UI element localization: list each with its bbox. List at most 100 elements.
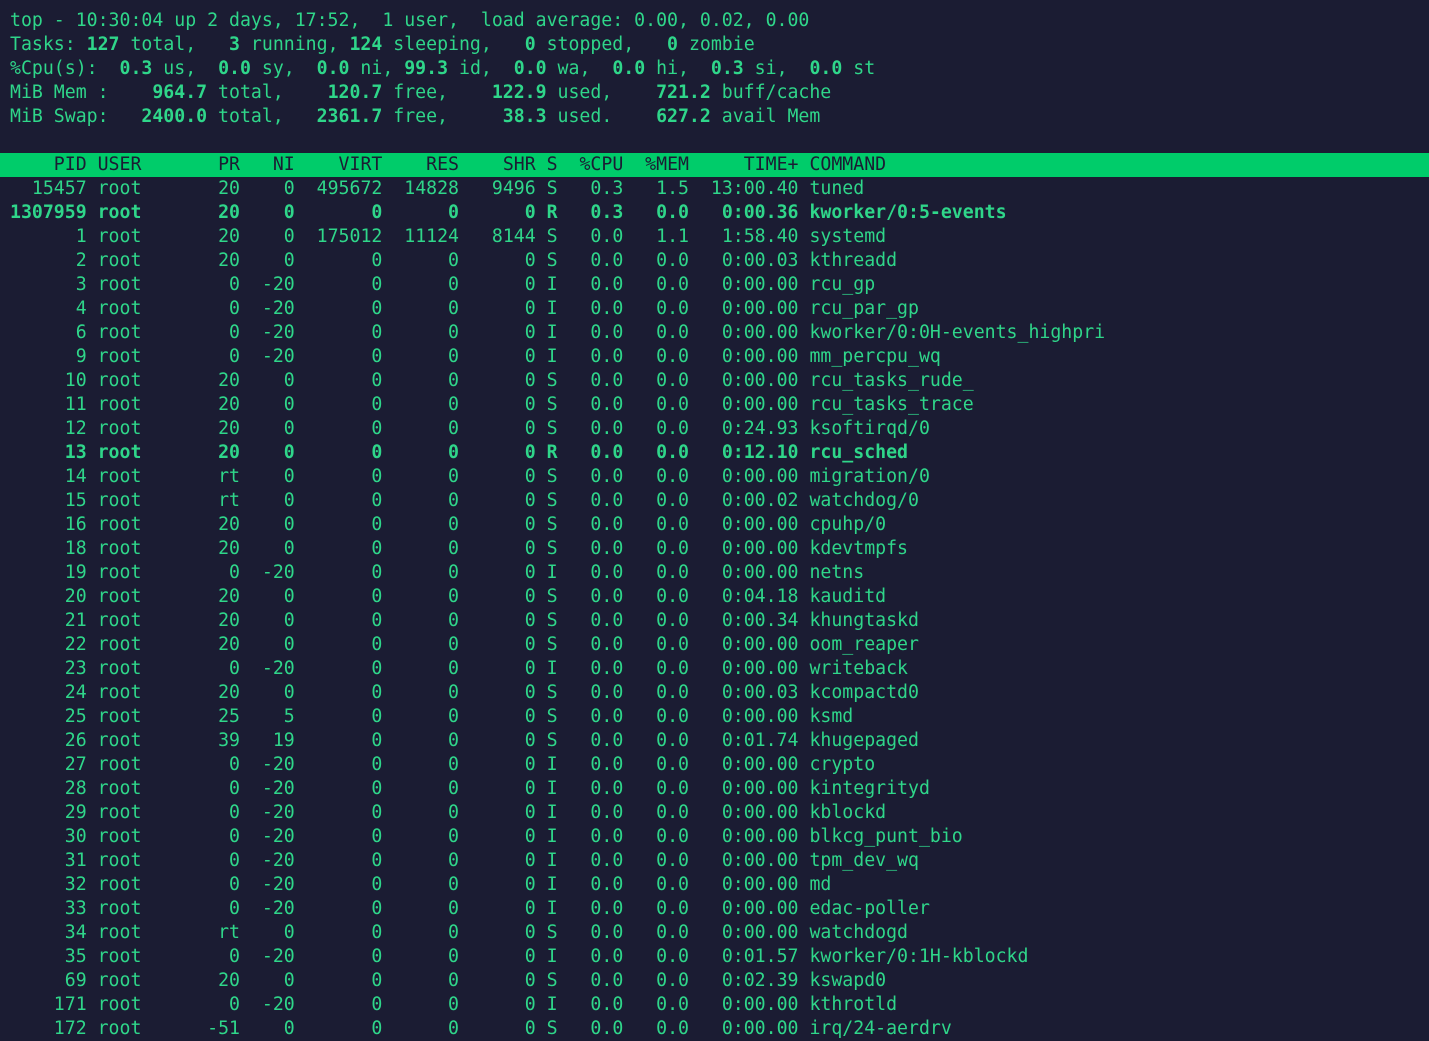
process-res: 0 [393, 610, 460, 631]
process-row[interactable]: 32 root 0 -20 0 0 0 I 0.0 0.0 0:00.00 md [0, 873, 1429, 897]
process-res: 0 [393, 754, 460, 775]
process-mem-percent: 0.0 [634, 1018, 689, 1039]
process-user: root [97, 898, 186, 919]
process-row[interactable]: 171 root 0 -20 0 0 0 I 0.0 0.0 0:00.00 k… [0, 993, 1429, 1017]
process-pid: 23 [10, 658, 87, 679]
process-row[interactable]: 28 root 0 -20 0 0 0 I 0.0 0.0 0:00.00 ki… [0, 777, 1429, 801]
process-pid: 26 [10, 730, 87, 751]
process-command: migration/0 [809, 466, 930, 487]
process-mem-percent: 0.0 [634, 202, 689, 223]
process-mem-percent: 0.0 [634, 802, 689, 823]
process-state: I [546, 322, 558, 343]
process-command: kworker/0:1H-kblockd [809, 946, 1029, 967]
process-row[interactable]: 15457 root 20 0 495672 14828 9496 S 0.3 … [0, 177, 1429, 201]
process-shr: 0 [469, 946, 536, 967]
current-time: 10:30:04 [75, 10, 164, 31]
process-row[interactable]: 10 root 20 0 0 0 0 S 0.0 0.0 0:00.00 rcu… [0, 369, 1429, 393]
process-priority: rt [196, 922, 240, 943]
process-priority: 20 [196, 634, 240, 655]
process-user: root [97, 778, 186, 799]
process-cpu-percent: 0.0 [568, 898, 624, 919]
process-row[interactable]: 29 root 0 -20 0 0 0 I 0.0 0.0 0:00.00 kb… [0, 801, 1429, 825]
process-row[interactable]: 20 root 20 0 0 0 0 S 0.0 0.0 0:04.18 kau… [0, 585, 1429, 609]
process-cpu-time: 0:02.39 [699, 970, 799, 991]
process-nice: 0 [250, 442, 295, 463]
process-cpu-time: 0:00.00 [699, 346, 799, 367]
process-row[interactable]: 30 root 0 -20 0 0 0 I 0.0 0.0 0:00.00 bl… [0, 825, 1429, 849]
process-shr: 0 [469, 562, 536, 583]
process-state: S [546, 730, 558, 751]
process-row[interactable]: 25 root 25 5 0 0 0 S 0.0 0.0 0:00.00 ksm… [0, 705, 1429, 729]
process-row[interactable]: 1 root 20 0 175012 11124 8144 S 0.0 1.1 … [0, 225, 1429, 249]
process-row[interactable]: 172 root -51 0 0 0 0 S 0.0 0.0 0:00.00 i… [0, 1017, 1429, 1041]
process-row[interactable]: 34 root rt 0 0 0 0 S 0.0 0.0 0:00.00 wat… [0, 921, 1429, 945]
process-cpu-percent: 0.0 [568, 586, 624, 607]
tasks-stopped: 0 [524, 34, 536, 55]
process-row[interactable]: 4 root 0 -20 0 0 0 I 0.0 0.0 0:00.00 rcu… [0, 297, 1429, 321]
process-row[interactable]: 24 root 20 0 0 0 0 S 0.0 0.0 0:00.03 kco… [0, 681, 1429, 705]
process-row[interactable]: 26 root 39 19 0 0 0 S 0.0 0.0 0:01.74 kh… [0, 729, 1429, 753]
process-row[interactable]: 35 root 0 -20 0 0 0 I 0.0 0.0 0:01.57 kw… [0, 945, 1429, 969]
process-row[interactable]: 15 root rt 0 0 0 0 S 0.0 0.0 0:00.02 wat… [0, 489, 1429, 513]
process-shr: 0 [469, 514, 536, 535]
process-mem-percent: 0.0 [634, 250, 689, 271]
process-cpu-time: 0:00.03 [699, 250, 799, 271]
process-row[interactable]: 69 root 20 0 0 0 0 S 0.0 0.0 0:02.39 ksw… [0, 969, 1429, 993]
process-row[interactable]: 3 root 0 -20 0 0 0 I 0.0 0.0 0:00.00 rcu… [0, 273, 1429, 297]
process-state: S [546, 634, 558, 655]
process-row[interactable]: 2 root 20 0 0 0 0 S 0.0 0.0 0:00.03 kthr… [0, 249, 1429, 273]
process-state: I [546, 802, 558, 823]
process-cpu-percent: 0.0 [568, 970, 624, 991]
process-row[interactable]: 13 root 20 0 0 0 0 R 0.0 0.0 0:12.10 rcu… [0, 441, 1429, 465]
process-res: 0 [393, 658, 460, 679]
process-shr: 0 [469, 466, 536, 487]
process-command: blkcg_punt_bio [809, 826, 963, 847]
process-priority: -51 [196, 1018, 240, 1039]
process-user: root [97, 730, 186, 751]
process-row[interactable]: 11 root 20 0 0 0 0 S 0.0 0.0 0:00.00 rcu… [0, 393, 1429, 417]
terminal-window[interactable]: top - 10:30:04 up 2 days, 17:52, 1 user,… [0, 0, 1429, 1041]
process-res: 0 [393, 562, 460, 583]
swap-free: 2361.7 [316, 106, 383, 127]
process-res: 0 [393, 730, 460, 751]
process-command: khungtaskd [809, 610, 919, 631]
process-mem-percent: 0.0 [634, 538, 689, 559]
process-row[interactable]: 31 root 0 -20 0 0 0 I 0.0 0.0 0:00.00 tp… [0, 849, 1429, 873]
col-header-cpu-time: TIME+ [699, 154, 799, 175]
process-mem-percent: 0.0 [634, 298, 689, 319]
process-nice: 0 [250, 634, 295, 655]
process-row[interactable]: 14 root rt 0 0 0 0 S 0.0 0.0 0:00.00 mig… [0, 465, 1429, 489]
process-nice: -20 [250, 946, 295, 967]
process-priority: rt [196, 466, 240, 487]
cpu-sy-label: sy, [250, 58, 317, 79]
process-row[interactable]: 9 root 0 -20 0 0 0 I 0.0 0.0 0:00.00 mm_… [0, 345, 1429, 369]
cpu-si-label: si, [743, 58, 810, 79]
summary-swap-line: MiB Swap: 2400.0 total, 2361.7 free, 38.… [0, 105, 1429, 129]
process-nice: -20 [250, 322, 295, 343]
process-row[interactable]: 27 root 0 -20 0 0 0 I 0.0 0.0 0:00.00 cr… [0, 753, 1429, 777]
process-row[interactable]: 18 root 20 0 0 0 0 S 0.0 0.0 0:00.00 kde… [0, 537, 1429, 561]
col-header-command: COMMAND [809, 154, 887, 175]
process-cpu-time: 0:00.00 [699, 778, 799, 799]
mem-total-label: total, [207, 82, 328, 103]
process-cpu-time: 0:00.34 [699, 610, 799, 631]
process-row[interactable]: 21 root 20 0 0 0 0 S 0.0 0.0 0:00.34 khu… [0, 609, 1429, 633]
swap-avail-label: avail Mem [710, 106, 821, 127]
process-nice: 0 [250, 1018, 295, 1039]
process-user: root [97, 826, 186, 847]
process-state: S [546, 586, 558, 607]
process-row[interactable]: 22 root 20 0 0 0 0 S 0.0 0.0 0:00.00 oom… [0, 633, 1429, 657]
process-user: root [97, 226, 186, 247]
process-priority: 0 [196, 658, 240, 679]
process-row[interactable]: 6 root 0 -20 0 0 0 I 0.0 0.0 0:00.00 kwo… [0, 321, 1429, 345]
process-row[interactable]: 12 root 20 0 0 0 0 S 0.0 0.0 0:24.93 kso… [0, 417, 1429, 441]
process-row[interactable]: 33 root 0 -20 0 0 0 I 0.0 0.0 0:00.00 ed… [0, 897, 1429, 921]
process-res: 11124 [393, 226, 460, 247]
process-row[interactable]: 19 root 0 -20 0 0 0 I 0.0 0.0 0:00.00 ne… [0, 561, 1429, 585]
process-mem-percent: 0.0 [634, 490, 689, 511]
process-row[interactable]: 1307959 root 20 0 0 0 0 R 0.3 0.0 0:00.3… [0, 201, 1429, 225]
process-cpu-percent: 0.0 [568, 802, 624, 823]
process-state: I [546, 346, 558, 367]
process-row[interactable]: 23 root 0 -20 0 0 0 I 0.0 0.0 0:00.00 wr… [0, 657, 1429, 681]
process-row[interactable]: 16 root 20 0 0 0 0 S 0.0 0.0 0:00.00 cpu… [0, 513, 1429, 537]
